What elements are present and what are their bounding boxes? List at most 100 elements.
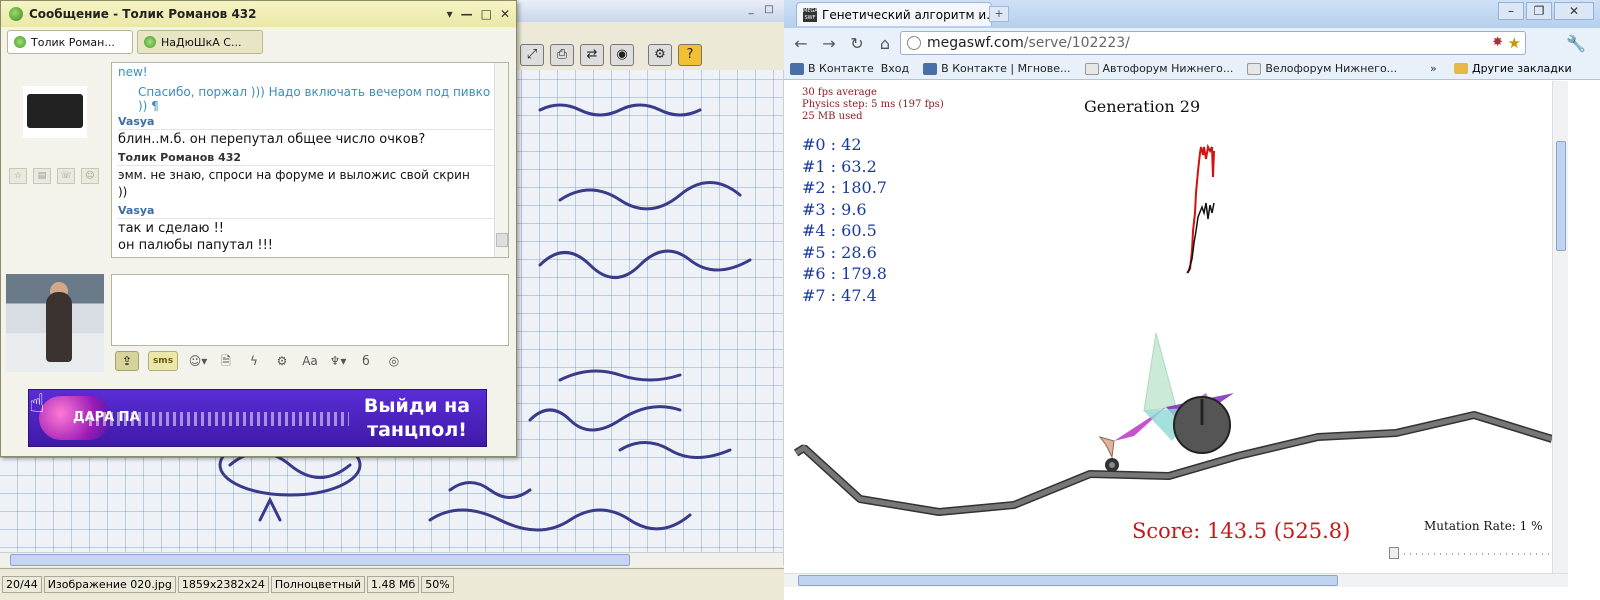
extension-icon[interactable]: ✸ <box>1492 35 1503 50</box>
banner-cta: Выйди на танцпол! <box>347 394 486 442</box>
close-icon[interactable]: ✕ <box>1554 2 1594 20</box>
status-image-index: 20/44 <box>2 576 42 593</box>
new-tab-button[interactable]: + <box>989 6 1009 22</box>
browser-window: MEGASWF Генетический алгоритм и... × + –… <box>784 0 1600 600</box>
camera-icon[interactable]: ◉ <box>610 44 634 66</box>
alarm-icon[interactable]: ⚙ <box>271 351 293 371</box>
help-icon[interactable]: ? <box>678 44 702 66</box>
minimize-icon[interactable]: — <box>461 7 473 21</box>
camera-icon[interactable]: ◎ <box>383 351 405 371</box>
message-sender: Толик Романов 432 <box>118 151 502 166</box>
scroll-thumb[interactable] <box>496 233 508 247</box>
browser-horizontal-scrollbar[interactable] <box>784 573 1568 587</box>
message-text: эмм. не знаю, спроси на форуме и выложис… <box>118 168 470 182</box>
hand-cursor-icon: ☝ <box>29 389 45 419</box>
phone-icon[interactable]: ☏ <box>57 168 75 184</box>
message-text: он палюбы папутал !!! <box>118 238 273 253</box>
chat-toolbar: ☺▾ 🗎 ϟ ⚙ Aa ♆▾ б ◎ <box>111 349 511 373</box>
bookmark-label: Велофорум Нижнего... <box>1265 62 1398 75</box>
chat-window-controls: ▾ — □ ✕ <box>447 7 510 21</box>
chat-tab-nadyushka[interactable]: НаДюШкА С... <box>137 30 263 54</box>
restore-icon[interactable]: ❐ <box>1526 2 1552 20</box>
forward-icon[interactable]: → <box>820 34 838 53</box>
bookmark-vkontakte[interactable]: В Контакте Вход <box>790 62 909 75</box>
fit-screen-icon[interactable]: ⤢ <box>520 44 544 66</box>
viewer-status-bar: 20/44 Изображение 020.jpg 1859x2382x24 П… <box>0 568 800 600</box>
lightning-icon[interactable]: ϟ <box>243 351 265 371</box>
scan-icon[interactable]: ⇄ <box>580 44 604 66</box>
back-icon[interactable]: ← <box>792 34 810 53</box>
print-icon[interactable]: ⎙ <box>550 44 574 66</box>
status-zoom: 50% <box>421 576 454 593</box>
other-bookmarks-label: Другие закладки <box>1472 62 1572 75</box>
address-bar[interactable]: megaswf.com/serve/102223/ ✸ ★ <box>900 31 1526 55</box>
bookmark-star-icon[interactable]: ★ <box>1508 34 1521 52</box>
megaswf-favicon-icon: MEGA SWF <box>803 7 818 22</box>
message-text: Спасибо, поржал ))) Надо включать вечеро… <box>138 85 491 113</box>
bookmark-label: В Контакте | Мгнове... <box>941 62 1071 75</box>
restore-icon[interactable]: □ <box>762 4 776 17</box>
ad-banner[interactable]: ДАРА ПА Выйди на танцпол! <box>28 389 487 447</box>
mutation-rate-label: Mutation Rate: 1 % <box>1424 519 1543 533</box>
wrench-menu-icon[interactable]: 🔧 <box>1566 34 1586 53</box>
car <box>1098 332 1234 472</box>
font-icon[interactable]: Aa <box>299 351 321 371</box>
chat-window: Сообщение - Толик Романов 432 ▾ — □ ✕ То… <box>0 0 517 457</box>
contact-avatar[interactable] <box>23 86 87 138</box>
browser-vertical-scrollbar[interactable] <box>1552 81 1568 573</box>
my-avatar[interactable] <box>6 274 104 372</box>
message-input[interactable] <box>111 274 509 346</box>
banner-cta-line: танцпол! <box>367 419 467 441</box>
chat-tabs: Толик Роман... НаДюШкА С... <box>1 27 516 57</box>
contact-status-icon <box>144 36 156 48</box>
user-icon[interactable]: ☺ <box>81 168 99 184</box>
maximize-icon[interactable]: □ <box>481 7 492 21</box>
page-icon <box>1084 62 1099 75</box>
minimize-icon[interactable]: _ <box>744 4 758 17</box>
file-icon[interactable]: 🗎 <box>215 351 237 371</box>
avatar-chip <box>27 94 83 128</box>
browser-tab[interactable]: MEGASWF Генетический алгоритм и... × <box>796 2 992 26</box>
mutation-rate-slider[interactable] <box>1388 545 1552 561</box>
close-icon[interactable]: ✕ <box>500 7 510 21</box>
settings-icon[interactable]: ⚙ <box>648 44 672 66</box>
folder-icon <box>1454 63 1468 74</box>
history-scrollbar[interactable] <box>494 63 508 257</box>
score-readout: Score: 143.5 (525.8) <box>1132 519 1351 543</box>
ruble-icon[interactable]: б <box>355 351 377 371</box>
chat-tab-label: Толик Роман... <box>31 35 115 49</box>
scroll-thumb[interactable] <box>10 554 630 566</box>
viewer-horizontal-scrollbar[interactable] <box>0 552 783 567</box>
url-path: /serve/102223/ <box>1023 35 1130 51</box>
fitness-graph <box>1186 143 1215 274</box>
history-icon[interactable]: ▤ <box>33 168 51 184</box>
url-host: megaswf.com <box>927 35 1024 51</box>
bookmark-veloforum[interactable]: Велофорум Нижнего... <box>1247 62 1397 75</box>
bookmark-label: В Контакте <box>808 62 874 75</box>
menu-chevron-icon[interactable]: ▾ <box>447 7 453 21</box>
bookmark-autoforum[interactable]: Автофорум Нижнего... <box>1084 62 1233 75</box>
status-file-size: 1.48 Мб <box>366 576 420 593</box>
vk-icon <box>790 62 804 75</box>
message-sender: Vasya <box>118 115 502 130</box>
page-info-icon[interactable] <box>907 36 921 50</box>
translit-icon[interactable]: ♆▾ <box>327 351 349 371</box>
page-icon <box>1247 62 1262 75</box>
bookmark-label: Вход <box>880 62 910 75</box>
chat-tab-tolik[interactable]: Толик Роман... <box>7 30 133 54</box>
scroll-thumb[interactable] <box>1556 141 1566 251</box>
home-icon[interactable]: ⌂ <box>876 34 894 53</box>
slider-knob[interactable] <box>1388 547 1399 559</box>
chat-tab-label: НаДюШкА С... <box>161 35 242 49</box>
other-bookmarks[interactable]: Другие закладки <box>1454 62 1572 75</box>
profile-icon[interactable]: ☆ <box>9 168 27 184</box>
message-history[interactable]: new! Спасибо, поржал ))) Надо включать в… <box>111 62 509 258</box>
smiley-icon[interactable]: ☺▾ <box>187 351 209 371</box>
bookmarks-overflow-chevron[interactable]: » <box>1430 62 1437 75</box>
reload-icon[interactable]: ↻ <box>848 34 866 53</box>
bookmark-vkontakte-messages[interactable]: В Контакте | Мгнове... <box>923 62 1071 75</box>
minimize-icon[interactable]: – <box>1498 2 1524 20</box>
status-dimensions: 1859x2382x24 <box>177 576 269 593</box>
message-text: )) <box>118 185 128 199</box>
scroll-thumb[interactable] <box>798 575 1338 586</box>
